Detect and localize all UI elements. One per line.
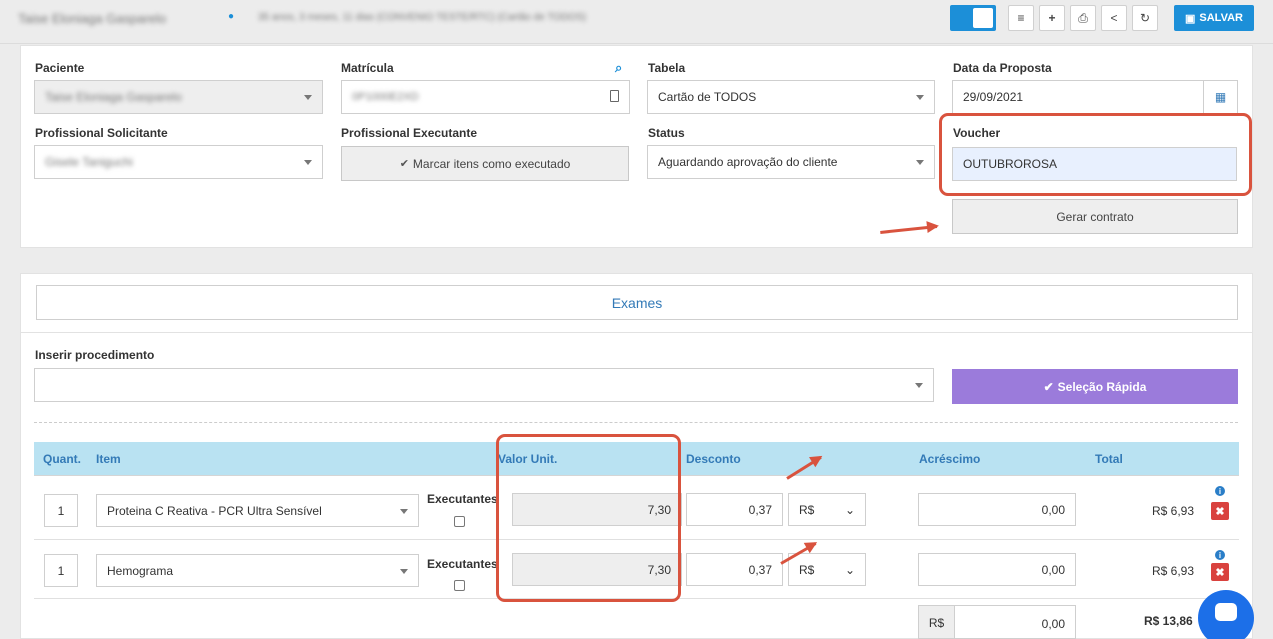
info-icon[interactable]: i [1215, 486, 1225, 496]
add-icon[interactable]: + [1039, 5, 1065, 31]
executante-checkbox[interactable] [454, 580, 465, 591]
footer-acrescimo-field[interactable]: R$ 0,00 [918, 605, 1076, 639]
status-select[interactable]: Aguardando aprovação do cliente [647, 145, 935, 179]
tab-exames[interactable]: Exames [36, 285, 1238, 320]
divider [21, 332, 1252, 333]
info-icon[interactable]: i [1215, 550, 1225, 560]
matricula-label: Matrícula [341, 61, 394, 75]
calendar-icon[interactable]: ▦ [1203, 81, 1237, 113]
executante-checkbox[interactable] [454, 516, 465, 527]
selecao-rapida-label: Seleção Rápida [1057, 379, 1147, 394]
tab-exames-label: Exames [611, 294, 663, 311]
footer-currency: R$ [919, 606, 955, 638]
gerar-contrato-button[interactable]: Gerar contrato [952, 199, 1238, 234]
inserir-procedimento-label: Inserir procedimento [35, 348, 155, 362]
marcar-executado-button[interactable]: ✔ Marcar itens como executado [341, 146, 629, 181]
col-quant: Quant. [43, 452, 81, 466]
chevron-down-icon: ⌄ [844, 502, 855, 517]
save-button[interactable]: ▣ SALVAR [1174, 5, 1254, 31]
search-icon[interactable]: ⌕ [615, 60, 622, 76]
data-proposta-label: Data da Proposta [953, 61, 1052, 75]
chat-icon [1215, 603, 1237, 621]
patient-info: 35 anos, 3 meses, 11 dias (CONVENIO TEST… [258, 12, 587, 23]
patient-value: Taise Eloniaga Gasparelo [45, 90, 182, 104]
matricula-value: 0P1000E2XD [352, 91, 419, 103]
data-proposta-value: 29/09/2021 [963, 90, 1024, 104]
chat-widget-button[interactable] [1198, 590, 1254, 639]
row-total: R$ 6,93 [1152, 564, 1195, 578]
check-circle-icon: ✔ [399, 158, 409, 170]
delete-icon[interactable]: ✖ [1211, 563, 1229, 581]
selecao-rapida-button[interactable]: ✔ Seleção Rápida [952, 369, 1238, 404]
quantity-field[interactable]: 1 [44, 554, 78, 587]
data-proposta-field[interactable]: 29/09/2021 ▦ [952, 80, 1238, 114]
share-icon[interactable]: < [1101, 5, 1127, 31]
grand-total: R$ 13,86 [1144, 614, 1193, 628]
solicitante-value: Gisele Taniguchi [45, 155, 133, 169]
patient-label: Paciente [35, 61, 85, 75]
patient-select[interactable]: Taise Eloniaga Gasparelo [34, 80, 323, 114]
tabela-label: Tabela [648, 61, 686, 75]
history-icon[interactable]: ↻ [1132, 5, 1158, 31]
desconto-type-select[interactable]: R$ ⌄ [788, 553, 866, 586]
desconto-field[interactable]: 0,37 [686, 553, 783, 586]
executante-label: Profissional Executante [341, 126, 478, 140]
gender-icon: ● [228, 11, 235, 22]
solicitante-label: Profissional Solicitante [35, 126, 168, 140]
col-desconto: Desconto [686, 452, 741, 466]
status-value: Aguardando aprovação do cliente [658, 155, 838, 169]
solicitante-select[interactable]: Gisele Taniguchi [34, 145, 323, 179]
col-total: Total [1095, 452, 1123, 466]
acrescimo-field[interactable]: 0,00 [918, 493, 1076, 526]
chevron-down-icon: ⌄ [844, 562, 855, 577]
quantity-field[interactable]: 1 [44, 494, 78, 527]
item-select[interactable]: Proteina C Reativa - PCR Ultra Sensível [96, 494, 419, 527]
print-icon[interactable]: ⎙ [1070, 5, 1096, 31]
view-toggle[interactable] [950, 5, 996, 31]
matricula-field[interactable]: 0P1000E2XD [341, 80, 630, 114]
valor-unit-highlight [496, 434, 681, 602]
tabela-select[interactable]: Cartão de TODOS [647, 80, 935, 114]
footer-acrescimo-value: 0,00 [1041, 617, 1065, 631]
check-icon: ✔ [1043, 379, 1054, 394]
marcar-executado-label: Marcar itens como executado [412, 156, 571, 171]
patient-name: Taise Eloniaga Gasparelo [18, 11, 167, 26]
dashed-divider [34, 422, 1238, 423]
voucher-highlight [939, 113, 1252, 196]
top-bar: Taise Eloniaga Gasparelo ● 35 anos, 3 me… [0, 0, 1273, 44]
executantes-label: Executantes [427, 492, 498, 506]
delete-icon[interactable]: ✖ [1211, 502, 1229, 520]
row-total: R$ 6,93 [1152, 504, 1195, 518]
desconto-type-select[interactable]: R$ ⌄ [788, 493, 866, 526]
executantes-label: Executantes [427, 557, 498, 571]
card-icon [610, 90, 619, 102]
gerar-contrato-label: Gerar contrato [1056, 209, 1134, 224]
item-select[interactable]: Hemograma [96, 554, 419, 587]
status-label: Status [648, 126, 685, 140]
tabela-value: Cartão de TODOS [658, 90, 757, 104]
save-label: SALVAR [1199, 12, 1243, 24]
procedimento-select[interactable] [34, 368, 934, 402]
col-acrescimo: Acréscimo [919, 452, 981, 466]
acrescimo-field[interactable]: 0,00 [918, 553, 1076, 586]
desconto-field[interactable]: 0,37 [686, 493, 783, 526]
save-icon: ▣ [1185, 12, 1196, 25]
col-item: Item [96, 452, 121, 466]
list-icon[interactable]: ≡ [1008, 5, 1034, 31]
